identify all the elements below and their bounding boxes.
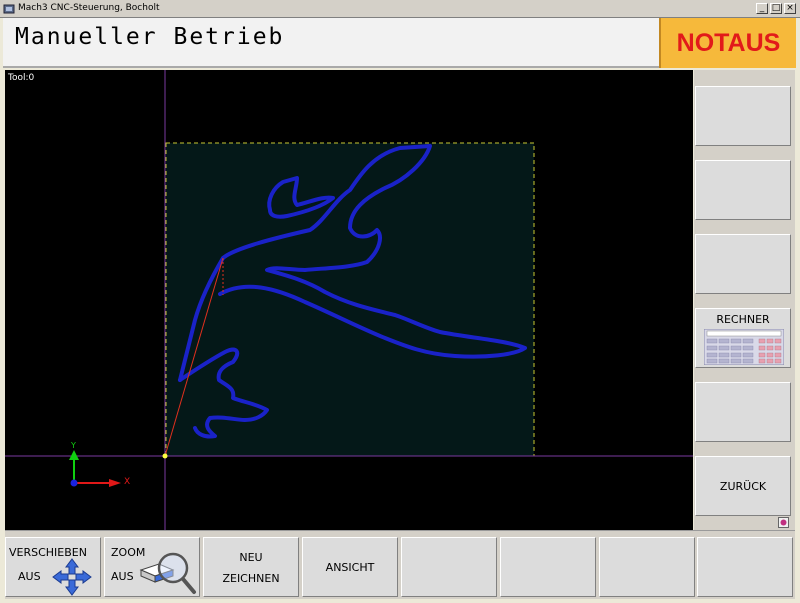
rechner-button[interactable]: RECHNER (695, 308, 791, 368)
maximize-button[interactable]: □ (770, 3, 782, 14)
tool-label: Tool:0 (8, 73, 35, 83)
y-axis-label: Y (71, 441, 76, 450)
bottom-button-7[interactable] (599, 537, 695, 597)
ansicht-label: ANSICHT (325, 561, 375, 574)
zoom-magnifier-icon (139, 552, 196, 594)
right-button-panel: RECHNER ZURÜCK (694, 70, 795, 530)
toolpath-display (5, 70, 693, 530)
zurueck-button[interactable]: ZURÜCK (695, 456, 791, 516)
emergency-stop-button[interactable]: NOTAUS (659, 18, 796, 68)
close-button[interactable]: × (784, 3, 796, 14)
window-title: Mach3 CNC-Steuerung, Bocholt (18, 3, 160, 13)
rechner-label: RECHNER (716, 313, 770, 326)
bottom-button-bar: VERSCHIEBEN AUS ZOOM AUS NEU ZEICHNEN AN… (5, 530, 795, 599)
x-axis-label: X (124, 477, 131, 487)
right-button-1[interactable] (695, 86, 791, 146)
zoom-state: AUS (111, 570, 134, 583)
bottom-button-6[interactable] (500, 537, 596, 597)
origin-point (162, 453, 168, 459)
reset-icon[interactable] (778, 517, 789, 528)
verschieben-button[interactable]: VERSCHIEBEN AUS (5, 537, 101, 597)
neu-zeichnen-line2: ZEICHNEN (222, 572, 280, 585)
toolpath-viewport[interactable]: Tool:0 Y X (5, 70, 693, 530)
neu-zeichnen-line1: NEU (239, 551, 263, 564)
ansicht-button[interactable]: ANSICHT (302, 537, 398, 597)
verschieben-state: AUS (18, 570, 41, 583)
title-bar: Mach3 CNC-Steuerung, Bocholt _ □ × (0, 0, 800, 18)
right-button-3[interactable] (695, 234, 791, 294)
app-icon (3, 4, 15, 14)
header-bar: Manueller Betrieb NOTAUS (3, 18, 796, 68)
right-button-5[interactable] (695, 382, 791, 442)
bottom-button-8[interactable] (697, 537, 793, 597)
minimize-button[interactable]: _ (756, 3, 768, 14)
mode-title: Manueller Betrieb (15, 24, 285, 50)
bottom-button-5[interactable] (401, 537, 497, 597)
calculator-icon (704, 329, 784, 365)
move-arrows-icon (52, 558, 92, 596)
zoom-button[interactable]: ZOOM AUS (104, 537, 200, 597)
neu-zeichnen-button[interactable]: NEU ZEICHNEN (203, 537, 299, 597)
right-button-2[interactable] (695, 160, 791, 220)
